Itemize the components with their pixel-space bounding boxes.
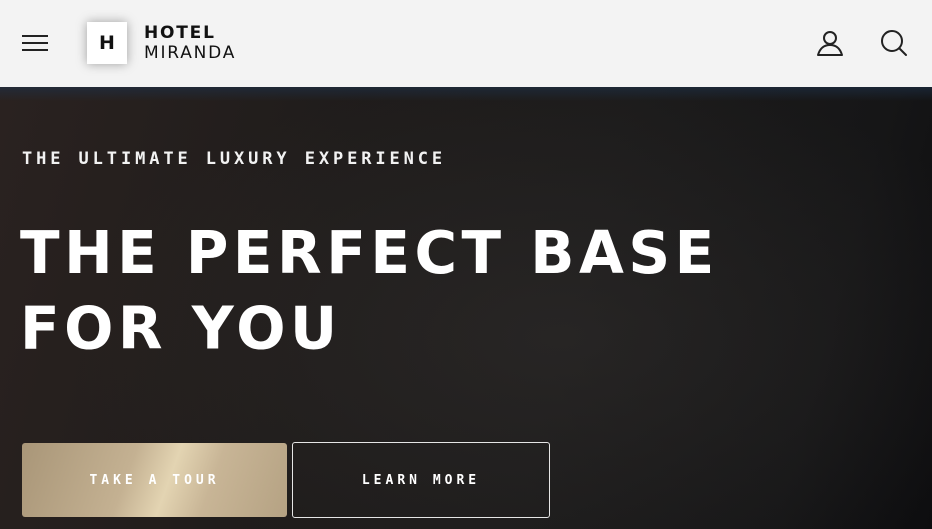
- menu-bar-bottom: [22, 49, 48, 51]
- hero-headline: THE PERFECT BASE FOR YOU: [20, 218, 719, 363]
- hero-eyebrow: THE ULTIMATE LUXURY EXPERIENCE: [22, 149, 447, 169]
- learn-more-button[interactable]: LEARN MORE: [292, 442, 550, 518]
- take-a-tour-button[interactable]: TAKE A TOUR: [22, 443, 287, 517]
- logo-line-miranda: MIRANDA: [144, 43, 237, 63]
- menu-bar-top: [22, 35, 48, 37]
- account-button[interactable]: [813, 26, 847, 60]
- menu-bar-middle: [22, 42, 48, 44]
- logo-mark: H: [87, 22, 127, 64]
- hero-section: THE ULTIMATE LUXURY EXPERIENCE THE PERFE…: [0, 87, 932, 529]
- hamburger-menu-icon[interactable]: [22, 34, 48, 52]
- search-icon: [881, 30, 907, 56]
- user-icon: [817, 31, 843, 56]
- logo-line-hotel: HOTEL: [144, 23, 216, 43]
- logo-wordmark: HOTEL MIRANDA: [144, 23, 236, 63]
- top-navbar: H HOTEL MIRANDA: [0, 0, 932, 87]
- site-logo[interactable]: H HOTEL MIRANDA: [87, 21, 236, 65]
- search-button[interactable]: [877, 26, 911, 60]
